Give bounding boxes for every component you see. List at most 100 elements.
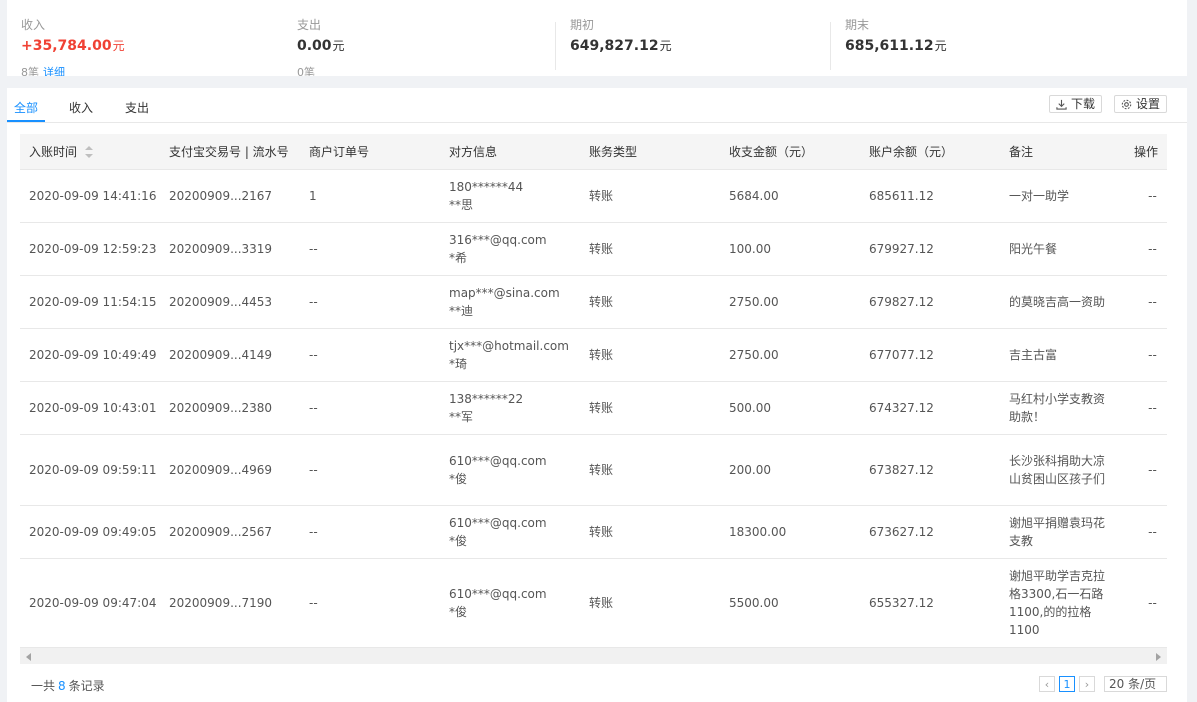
summary-closing: 期末 685,611.12元 <box>830 18 1106 70</box>
cell-amount: 2750.00 <box>720 328 860 382</box>
cell-balance: 679927.12 <box>860 222 1000 276</box>
tab-income[interactable]: 收入 <box>69 99 93 116</box>
prev-page-button[interactable]: ‹ <box>1039 676 1055 692</box>
page-button-current[interactable]: 1 <box>1059 676 1075 692</box>
tab-expense[interactable]: 支出 <box>125 99 149 116</box>
scrollbar-thumb[interactable] <box>37 651 1149 661</box>
cell-balance: 655327.12 <box>860 558 1000 647</box>
tab-bar: 全部 收入 支出 下载 设置 <box>7 88 1187 123</box>
cell-order-no: -- <box>300 505 440 559</box>
bill-table: 入账时间 支付宝交易号 | 流水号 商户订单号 对方信息 账务类型 收支金额（元… <box>20 134 1167 647</box>
cell-balance: 677077.12 <box>860 328 1000 382</box>
table-row[interactable]: 2020-09-09 14:41:16 20200909...2167 1 180**… <box>20 169 1167 223</box>
party-account: 180******44 <box>449 179 524 194</box>
cell-balance: 673627.12 <box>860 505 1000 559</box>
cell-amount: 100.00 <box>720 222 860 276</box>
table-row[interactable]: 2020-09-09 11:54:15 20200909...4453 -- map*… <box>20 275 1167 329</box>
col-header-type: 账务类型 <box>580 134 720 170</box>
cell-order-no: -- <box>300 558 440 647</box>
col-header-party: 对方信息 <box>440 134 580 170</box>
cell-party: 610***@qq.com *俊 <box>440 558 580 647</box>
cell-amount: 5500.00 <box>720 558 860 647</box>
table-body: 2020-09-09 14:41:16 20200909...2167 1 180**… <box>20 169 1167 647</box>
cell-ops: -- <box>1125 328 1167 382</box>
cell-remark: 一对一助学 <box>1000 169 1125 223</box>
income-amount: +35,784.00元 <box>21 38 125 54</box>
party-name: *希 <box>449 250 468 265</box>
tab-all[interactable]: 全部 <box>14 99 38 116</box>
cell-ops: -- <box>1125 505 1167 559</box>
cell-ops: -- <box>1125 275 1167 329</box>
col-header-balance: 账户余额（元） <box>860 134 1000 170</box>
cell-balance: 673827.12 <box>860 434 1000 506</box>
cell-type: 转账 <box>580 558 720 647</box>
gear-icon <box>1121 99 1132 109</box>
party-name: *俊 <box>449 604 468 619</box>
party-name: *琦 <box>449 356 468 371</box>
cell-time: 2020-09-09 10:49:49 <box>20 328 160 382</box>
income-detail-link[interactable]: 详细 <box>43 66 65 76</box>
download-button[interactable]: 下载 <box>1049 95 1103 113</box>
cell-remark: 的莫晓吉高一资助 <box>1000 275 1125 329</box>
expense-amount: 0.00元 <box>297 38 345 54</box>
party-account: tjx***@hotmail.com <box>449 338 569 353</box>
party-name: **思 <box>449 197 474 212</box>
table-row[interactable]: 2020-09-09 09:59:11 20200909...4969 -- 610*… <box>20 434 1167 506</box>
cell-remark: 谢旭平助学吉克拉格3300,石一石路1100,的的拉格1100 <box>1000 558 1125 647</box>
cell-type: 转账 <box>580 275 720 329</box>
table-row[interactable]: 2020-09-09 10:43:01 20200909...2380 -- 138*… <box>20 381 1167 435</box>
col-header-amount: 收支金额（元） <box>720 134 860 170</box>
summary-opening: 期初 649,827.12元 <box>555 18 831 70</box>
cell-time: 2020-09-09 09:59:11 <box>20 434 160 506</box>
cell-trade-no: 20200909...7190 <box>160 558 300 647</box>
party-account: 138******22 <box>449 391 524 406</box>
opening-amount: 649,827.12元 <box>570 38 672 54</box>
cell-trade-no: 20200909...2567 <box>160 505 300 559</box>
cell-party: 610***@qq.com *俊 <box>440 434 580 506</box>
cell-time: 2020-09-09 10:43:01 <box>20 381 160 435</box>
next-page-button[interactable]: › <box>1079 676 1095 692</box>
col-header-remark: 备注 <box>1000 134 1125 170</box>
page-size-select[interactable]: 20 条/页 <box>1104 676 1167 692</box>
cell-ops: -- <box>1125 558 1167 647</box>
cell-amount: 200.00 <box>720 434 860 506</box>
bill-table-container[interactable]: 入账时间 支付宝交易号 | 流水号 商户订单号 对方信息 账务类型 收支金额（元… <box>20 134 1167 647</box>
cell-trade-no: 20200909...2380 <box>160 381 300 435</box>
table-row[interactable]: 2020-09-09 09:47:04 20200909...7190 -- 610*… <box>20 558 1167 647</box>
cell-balance: 679827.12 <box>860 275 1000 329</box>
cell-remark: 马红村小学支教资助款！ <box>1000 381 1125 435</box>
closing-amount: 685,611.12元 <box>845 38 947 54</box>
table-row[interactable]: 2020-09-09 10:49:49 20200909...4149 -- tjx*… <box>20 328 1167 382</box>
cell-balance: 674327.12 <box>860 381 1000 435</box>
cell-party: map***@sina.com **迪 <box>440 275 580 329</box>
cell-order-no: -- <box>300 381 440 435</box>
table-row[interactable]: 2020-09-09 09:49:05 20200909...2567 -- 610*… <box>20 505 1167 559</box>
col-header-time[interactable]: 入账时间 <box>20 134 160 170</box>
party-account: 316***@qq.com <box>449 232 547 247</box>
table-header-row: 入账时间 支付宝交易号 | 流水号 商户订单号 对方信息 账务类型 收支金额（元… <box>20 134 1167 170</box>
scroll-right-icon[interactable] <box>1156 653 1161 661</box>
settings-button[interactable]: 设置 <box>1114 95 1168 113</box>
cell-ops: -- <box>1125 169 1167 223</box>
cell-time: 2020-09-09 14:41:16 <box>20 169 160 223</box>
income-count: 8笔 详细 <box>21 64 65 76</box>
cell-amount: 18300.00 <box>720 505 860 559</box>
table-row[interactable]: 2020-09-09 12:59:23 20200909...3319 -- 316*… <box>20 222 1167 276</box>
cell-order-no: -- <box>300 275 440 329</box>
cell-time: 2020-09-09 11:54:15 <box>20 275 160 329</box>
pagination: ‹ 1 › <box>1039 676 1099 692</box>
cell-order-no: -- <box>300 434 440 506</box>
col-header-order-no: 商户订单号 <box>300 134 440 170</box>
cell-trade-no: 20200909...2167 <box>160 169 300 223</box>
horizontal-scrollbar[interactable] <box>20 647 1167 664</box>
sort-icon[interactable] <box>85 146 94 159</box>
scroll-left-icon[interactable] <box>26 653 31 661</box>
cell-party: 180******44 **思 <box>440 169 580 223</box>
cell-remark: 长沙张科捐助大凉山贫困山区孩子们 <box>1000 434 1125 506</box>
party-name: *俊 <box>449 471 468 486</box>
summary-bar: 收入 +35,784.00元 8笔 详细 支出 0.00元 0笔 期初 649,8… <box>7 0 1187 76</box>
opening-label: 期初 <box>570 18 595 32</box>
cell-ops: -- <box>1125 222 1167 276</box>
cell-ops: -- <box>1125 381 1167 435</box>
summary-income: 收入 +35,784.00元 8笔 详细 <box>7 0 283 76</box>
